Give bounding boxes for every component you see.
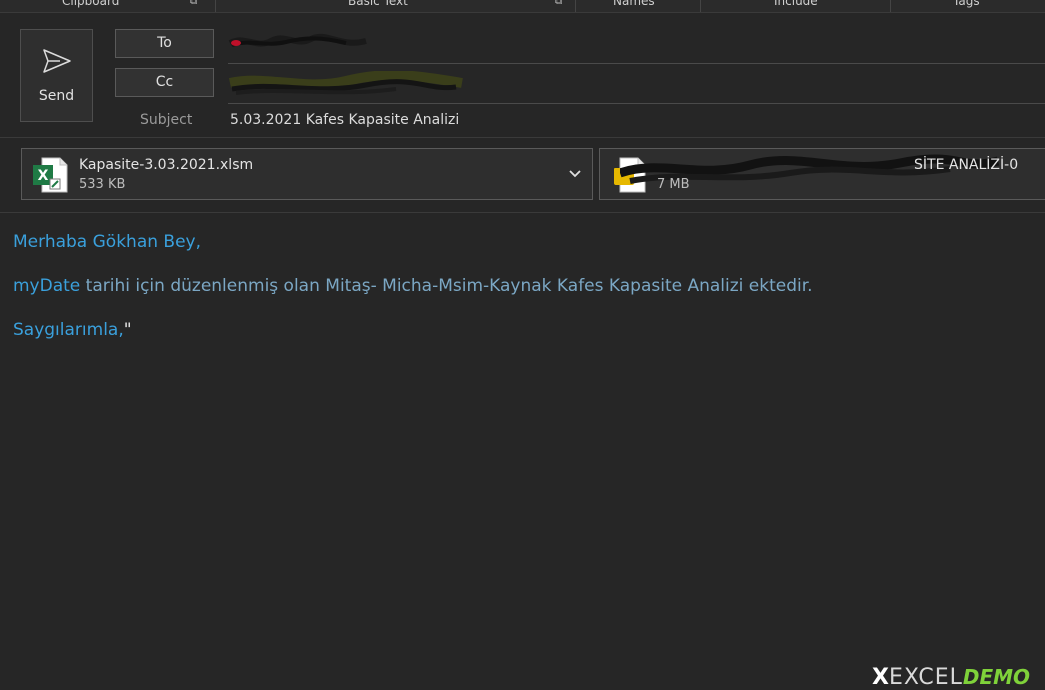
svg-text:X: X <box>38 168 49 184</box>
attachments-bar: X Kapasite-3.03.2021.xlsm 533 KB SİTE AN… <box>0 137 1045 213</box>
dialog-launcher-icon[interactable]: ⧉ <box>555 0 562 7</box>
redacted-cc-recipient[interactable] <box>226 71 466 101</box>
cc-button[interactable]: Cc <box>115 68 214 97</box>
subject-input[interactable]: 5.03.2021 Kafes Kapasite Analizi <box>230 112 459 128</box>
ribbon-group-tags: Tags <box>953 0 980 8</box>
ribbon-divider <box>215 0 216 12</box>
attachment-name: Kapasite-3.03.2021.xlsm <box>79 157 254 173</box>
watermark-demo: DEMO <box>962 665 1031 689</box>
cc-field-underline <box>228 103 1045 104</box>
to-button[interactable]: To <box>115 29 214 58</box>
excel-demo-watermark: XEXCELDEMO <box>872 665 1045 690</box>
attachment-second[interactable]: SİTE ANALİZİ-0 7 MB <box>599 148 1045 200</box>
attachment-size: 7 MB <box>657 177 690 192</box>
ribbon-group-names: Names <box>613 0 655 8</box>
subject-label: Subject <box>140 112 193 128</box>
ribbon-divider <box>575 0 576 12</box>
send-icon <box>43 49 71 73</box>
compose-header: Send To Cc Subject 5.03.2021 Kafes Kapas… <box>0 13 1045 137</box>
chevron-down-icon[interactable] <box>568 164 582 184</box>
attachment-name: SİTE ANALİZİ-0 <box>914 157 1019 173</box>
send-button[interactable]: Send <box>20 29 93 122</box>
closing-line: Saygılarımla," <box>13 320 1033 340</box>
ribbon-group-clipboard: Clipboard <box>62 0 120 8</box>
to-field-underline <box>228 63 1045 64</box>
watermark-x: X <box>872 665 889 690</box>
ribbon-group-labels: Clipboard ⧉ Basic Text ⧉ Names Include T… <box>0 0 1045 13</box>
attachment-size: 533 KB <box>79 177 126 192</box>
ribbon-divider <box>890 0 891 12</box>
greeting-line: Merhaba Gökhan Bey, <box>13 232 201 252</box>
ribbon-group-include: Include <box>774 0 818 8</box>
ribbon-group-basic-text: Basic Text <box>348 0 408 8</box>
attachment-excel[interactable]: X Kapasite-3.03.2021.xlsm 533 KB <box>21 148 593 200</box>
excel-file-icon: X <box>33 157 68 193</box>
date-placeholder: myDate <box>13 276 81 296</box>
redacted-to-recipient[interactable] <box>226 33 371 53</box>
message-body[interactable]: Merhaba Gökhan Bey, myDate tarihi için d… <box>13 232 1033 340</box>
body-line-text: tarihi için düzenlenmiş olan Mitaş- Mich… <box>80 276 813 296</box>
dialog-launcher-icon[interactable]: ⧉ <box>190 0 197 7</box>
ribbon-divider <box>700 0 701 12</box>
watermark-excel: EXCEL <box>888 665 963 690</box>
send-label: Send <box>38 88 75 104</box>
body-line: myDate tarihi için düzenlenmiş olan Mita… <box>13 276 1033 296</box>
closing-quote: " <box>123 320 132 340</box>
closing-text: Saygılarımla, <box>13 320 124 340</box>
